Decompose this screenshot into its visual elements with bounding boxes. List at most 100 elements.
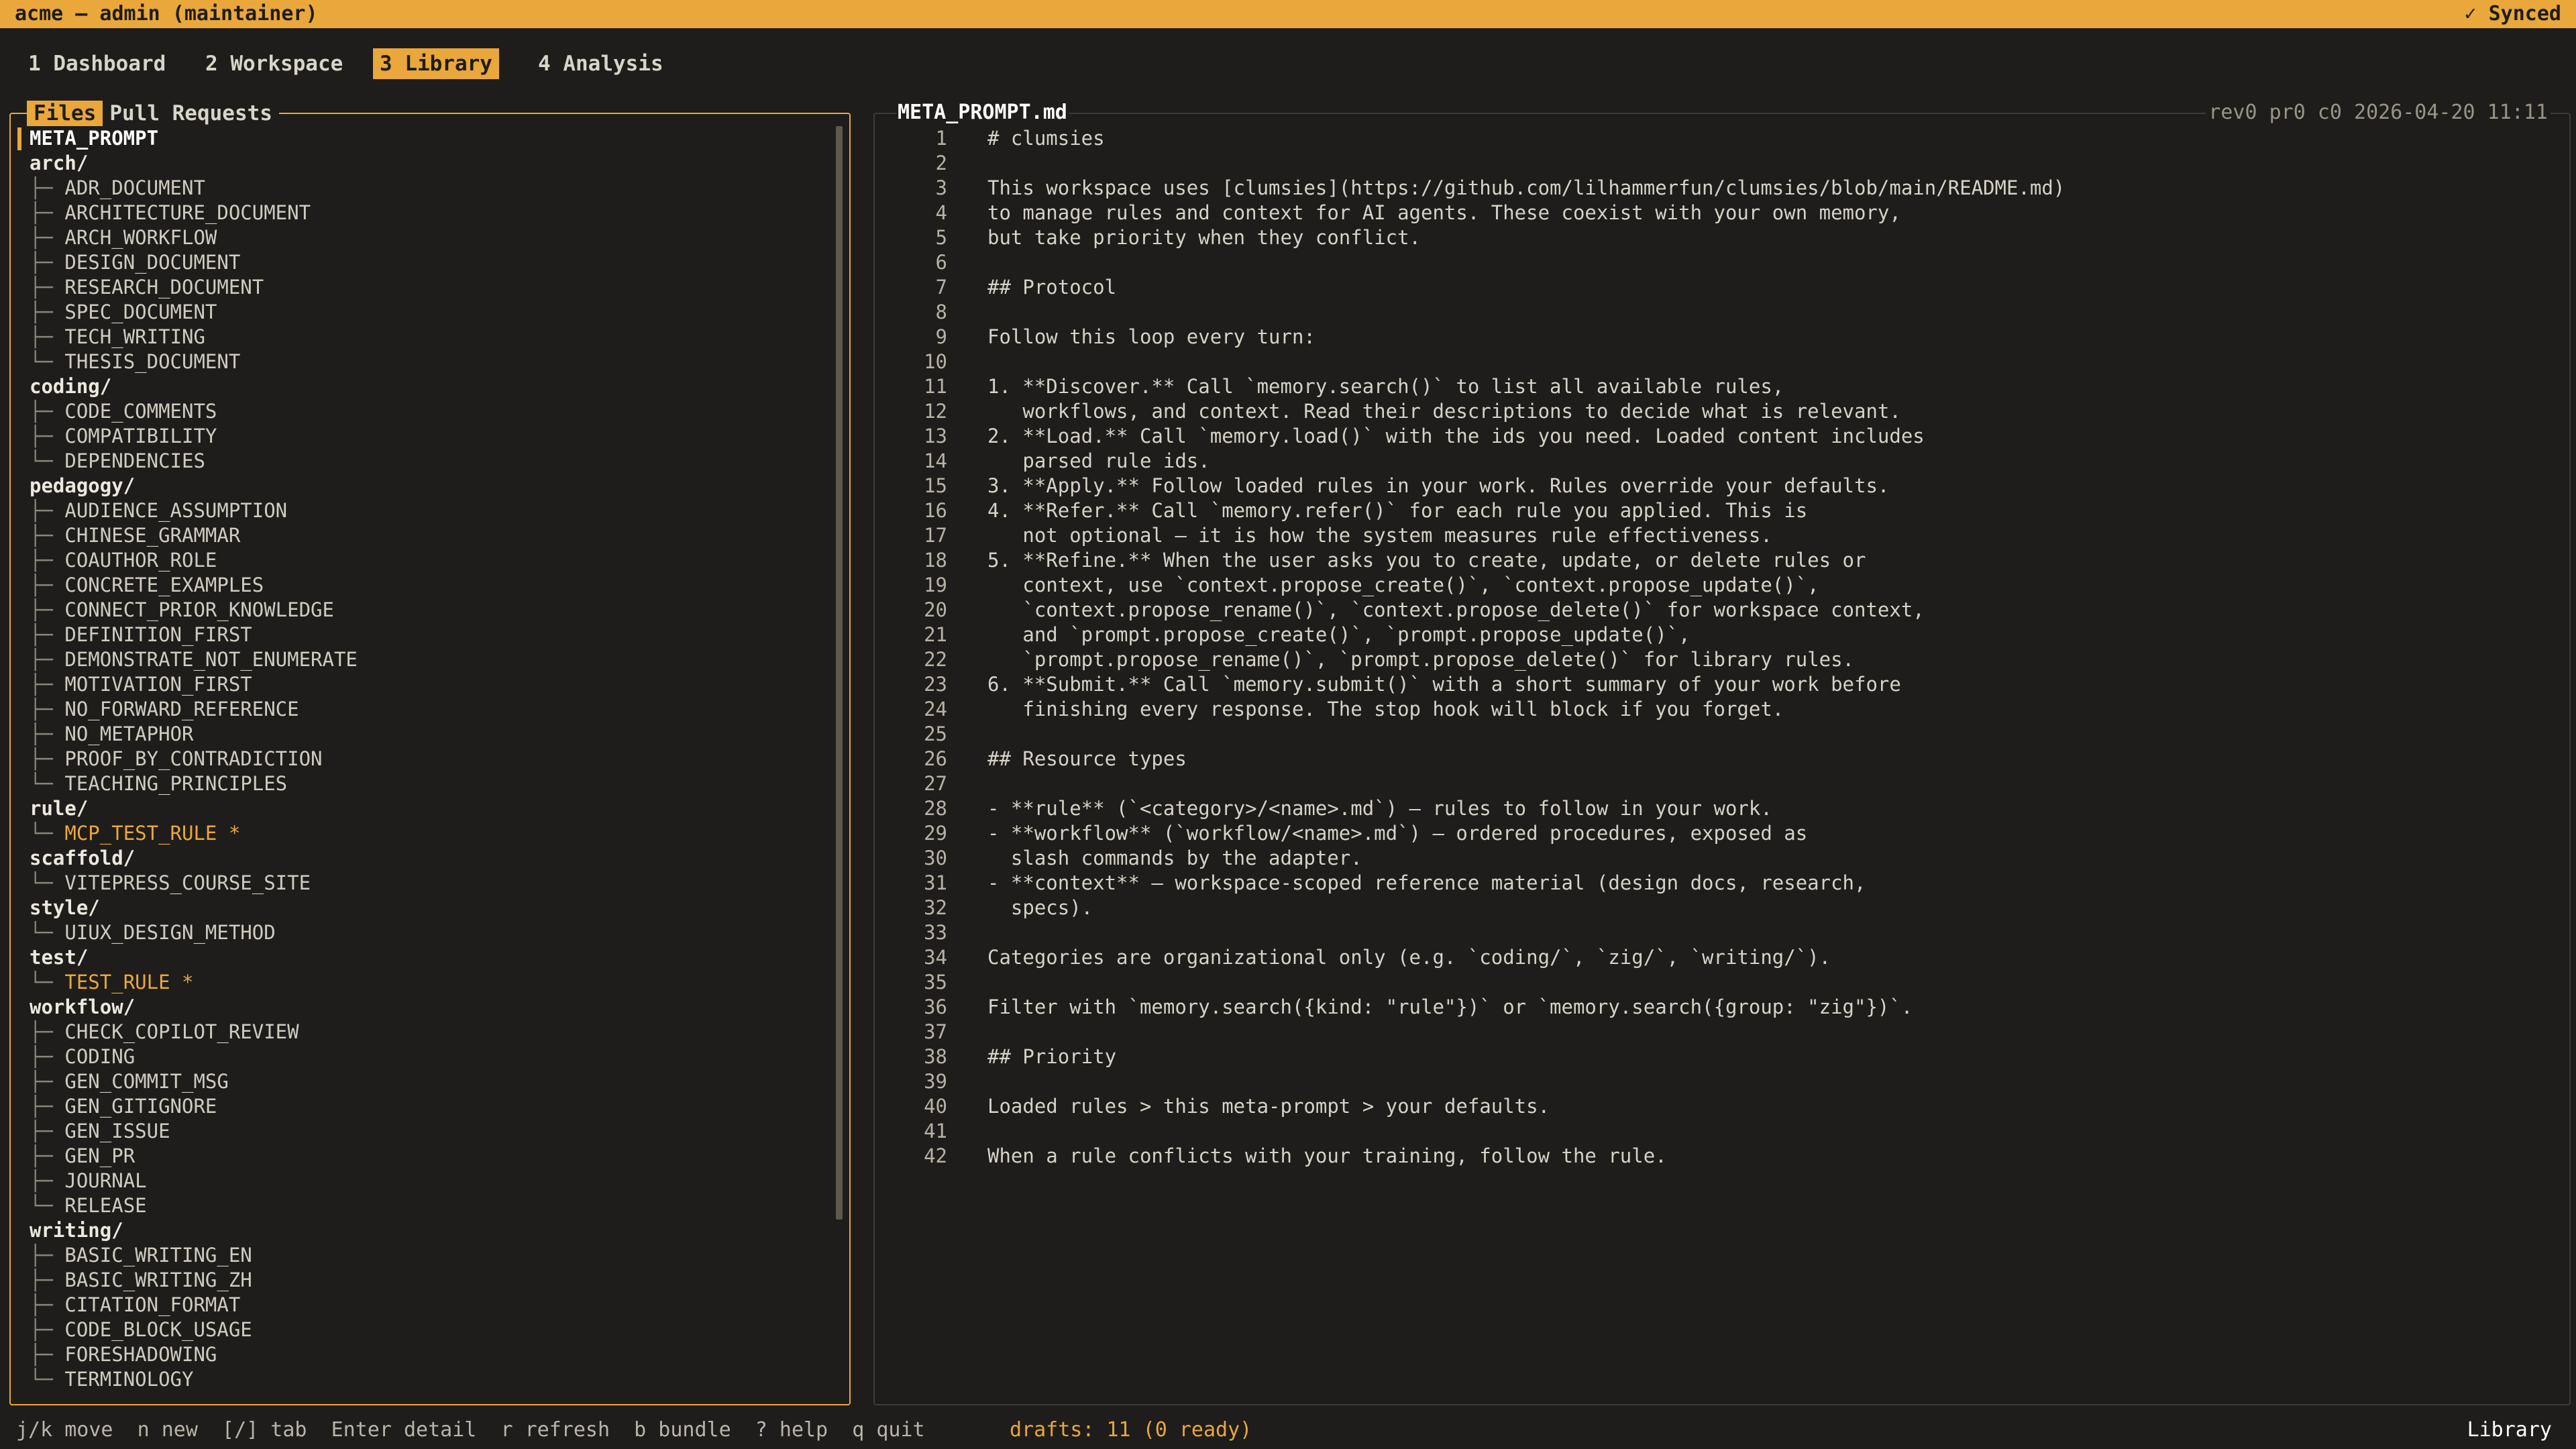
tree-file[interactable]: ├─ MOTIVATION_FIRST	[30, 672, 821, 697]
tree-file[interactable]: └─ RELEASE	[30, 1193, 821, 1218]
tree-file[interactable]: ├─ GEN_GITIGNORE	[30, 1094, 821, 1119]
terminal-window: acme — admin (maintainer) ✓ Synced 1 Das…	[0, 0, 2576, 1449]
tree-file[interactable]: ├─ AUDIENCE_ASSUMPTION	[30, 498, 821, 523]
tree-guide: └─	[30, 350, 65, 373]
editor-content[interactable]: 1 # clumsies 2 3 This workspace uses [clumsi…	[887, 126, 2551, 1401]
editor-line: 11 1. **Discover.** Call `memory.search()…	[887, 374, 2551, 399]
tree-file[interactable]: └─ THESIS_DOCUMENT	[30, 350, 821, 374]
tree-file[interactable]: ├─ BASIC_WRITING_ZH	[30, 1268, 821, 1293]
tree-file[interactable]: └─ TEACHING_PRINCIPLES	[30, 771, 821, 796]
tab-analysis[interactable]: 4 Analysis	[531, 48, 670, 79]
tree-file[interactable]: ├─ GEN_PR	[30, 1144, 821, 1169]
tree-guide: ├─	[30, 325, 65, 348]
tree-label: COMPATIBILITY	[64, 425, 217, 447]
tree-file[interactable]: ├─ RESEARCH_DOCUMENT	[30, 275, 821, 300]
tree-folder[interactable]: coding/	[30, 374, 821, 399]
tree-file[interactable]: ├─ NO_FORWARD_REFERENCE	[30, 697, 821, 722]
editor-line: 4 to manage rules and context for AI agen…	[887, 201, 2551, 225]
tree-label: CODING	[64, 1045, 136, 1068]
tree-file[interactable]: └─ TEST_RULE *	[30, 970, 821, 995]
line-number: 23	[924, 673, 947, 696]
tree-guide: ├─	[30, 598, 65, 621]
line-number: 27	[924, 772, 947, 795]
tree-file[interactable]: └─ VITEPRESS_COURSE_SITE	[30, 871, 821, 896]
tree-file[interactable]: └─ TERMINOLOGY	[30, 1367, 821, 1392]
tree-file[interactable]: ├─ CHECK_COPILOT_REVIEW	[30, 1020, 821, 1044]
line-number: 39	[924, 1070, 947, 1093]
tree-folder[interactable]: arch/	[30, 151, 821, 176]
tab-dashboard[interactable]: 1 Dashboard	[21, 48, 172, 79]
tree-file[interactable]: ├─ DESIGN_DOCUMENT	[30, 250, 821, 275]
tree-folder[interactable]: test/	[30, 945, 821, 970]
line-number: 11	[924, 375, 947, 398]
tree-file[interactable]: ├─ CONNECT_PRIOR_KNOWLEDGE	[30, 598, 821, 623]
tree-label: ADR_DOCUMENT	[64, 176, 205, 199]
line-text: workflows, and context. Read their descr…	[987, 400, 1901, 423]
tree-root-item[interactable]: META_PROMPT	[30, 126, 821, 151]
file-tree[interactable]: META_PROMPT arch/├─ ADR_DOCUMENT ├─ ARCHIT…	[30, 126, 821, 1394]
tab-files[interactable]: Files	[27, 101, 103, 126]
tree-folder[interactable]: workflow/	[30, 995, 821, 1020]
tree-file[interactable]: ├─ COAUTHOR_ROLE	[30, 548, 821, 573]
tree-guide: ├─	[30, 276, 65, 299]
tree-file[interactable]: ├─ ADR_DOCUMENT	[30, 176, 821, 201]
tree-label: BASIC_WRITING_ZH	[64, 1269, 252, 1291]
tree-file[interactable]: ├─ PROOF_BY_CONTRADICTION	[30, 747, 821, 771]
tree-guide: └─	[30, 772, 65, 795]
tree-file[interactable]: ├─ CITATION_FORMAT	[30, 1293, 821, 1318]
tree-folder[interactable]: pedagogy/	[30, 474, 821, 498]
current-mode: Library	[2467, 1418, 2552, 1442]
tab-workspace[interactable]: 2 Workspace	[199, 48, 350, 79]
tree-folder[interactable]: style/	[30, 896, 821, 920]
editor-line: 8	[887, 300, 2551, 325]
line-number: 42	[924, 1144, 947, 1167]
sync-status: ✓ Synced	[2464, 2, 2562, 25]
tree-file[interactable]: ├─ CONCRETE_EXAMPLES	[30, 573, 821, 598]
tree-file[interactable]: ├─ DEMONSTRATE_NOT_ENUMERATE	[30, 647, 821, 672]
tree-file[interactable]: ├─ SPEC_DOCUMENT	[30, 300, 821, 325]
line-number: 33	[924, 921, 947, 944]
tree-label: NO_METAPHOR	[64, 722, 194, 745]
tree-label: GEN_GITIGNORE	[64, 1095, 217, 1118]
editor-meta: rev0 pr0 c0 2026-04-20 11:11	[2206, 101, 2551, 124]
tree-label: MOTIVATION_FIRST	[64, 673, 252, 696]
tree-file[interactable]: ├─ CODING	[30, 1044, 821, 1069]
tree-file[interactable]: └─ DEPENDENCIES	[30, 449, 821, 474]
tree-file[interactable]: ├─ ARCH_WORKFLOW	[30, 225, 821, 250]
tree-folder[interactable]: scaffold/	[30, 846, 821, 871]
tree-file[interactable]: ├─ GEN_ISSUE	[30, 1119, 821, 1144]
editor-line: 2	[887, 151, 2551, 176]
file-tree-scrollbar[interactable]	[836, 126, 843, 1220]
tab-pull-requests[interactable]: Pull Requests	[103, 101, 279, 126]
tree-file[interactable]: ├─ CODE_COMMENTS	[30, 399, 821, 424]
tree-file[interactable]: ├─ DEFINITION_FIRST	[30, 623, 821, 647]
line-text: ## Priority	[987, 1045, 1117, 1068]
tree-file[interactable]: ├─ CHINESE_GRAMMAR	[30, 523, 821, 548]
tree-folder[interactable]: writing/	[30, 1218, 821, 1243]
tree-file[interactable]: ├─ FORESHADOWING	[30, 1342, 821, 1367]
tree-file[interactable]: ├─ CODE_BLOCK_USAGE	[30, 1318, 821, 1342]
tree-folder[interactable]: rule/	[30, 796, 821, 821]
tree-file[interactable]: ├─ JOURNAL	[30, 1169, 821, 1193]
tree-file[interactable]: ├─ BASIC_WRITING_EN	[30, 1243, 821, 1268]
tree-file[interactable]: ├─ GEN_COMMIT_MSG	[30, 1069, 821, 1094]
tree-file[interactable]: ├─ ARCHITECTURE_DOCUMENT	[30, 201, 821, 225]
line-number: 34	[924, 946, 947, 969]
tree-label: NO_FORWARD_REFERENCE	[64, 698, 299, 720]
tree-label: GEN_COMMIT_MSG	[64, 1070, 229, 1093]
tree-file[interactable]: ├─ NO_METAPHOR	[30, 722, 821, 747]
tree-file[interactable]: └─ UIUX_DESIGN_METHOD	[30, 920, 821, 945]
tree-label: ARCH_WORKFLOW	[64, 226, 217, 249]
tree-label: THESIS_DOCUMENT	[64, 350, 241, 373]
tree-label: GEN_PR	[64, 1144, 136, 1167]
tree-label: PROOF_BY_CONTRADICTION	[64, 747, 323, 770]
line-text: 3. **Apply.** Follow loaded rules in you…	[987, 474, 1890, 497]
tree-file[interactable]: ├─ TECH_WRITING	[30, 325, 821, 350]
tree-label: CODE_COMMENTS	[64, 400, 217, 423]
editor-line: 26 ## Resource types	[887, 747, 2551, 771]
tree-file[interactable]: └─ MCP_TEST_RULE *	[30, 821, 821, 846]
tree-file[interactable]: ├─ COMPATIBILITY	[30, 424, 821, 449]
tree-guide: └─	[30, 971, 65, 994]
tab-library[interactable]: 3 Library	[373, 48, 499, 79]
tree-guide: ├─	[30, 1120, 65, 1142]
